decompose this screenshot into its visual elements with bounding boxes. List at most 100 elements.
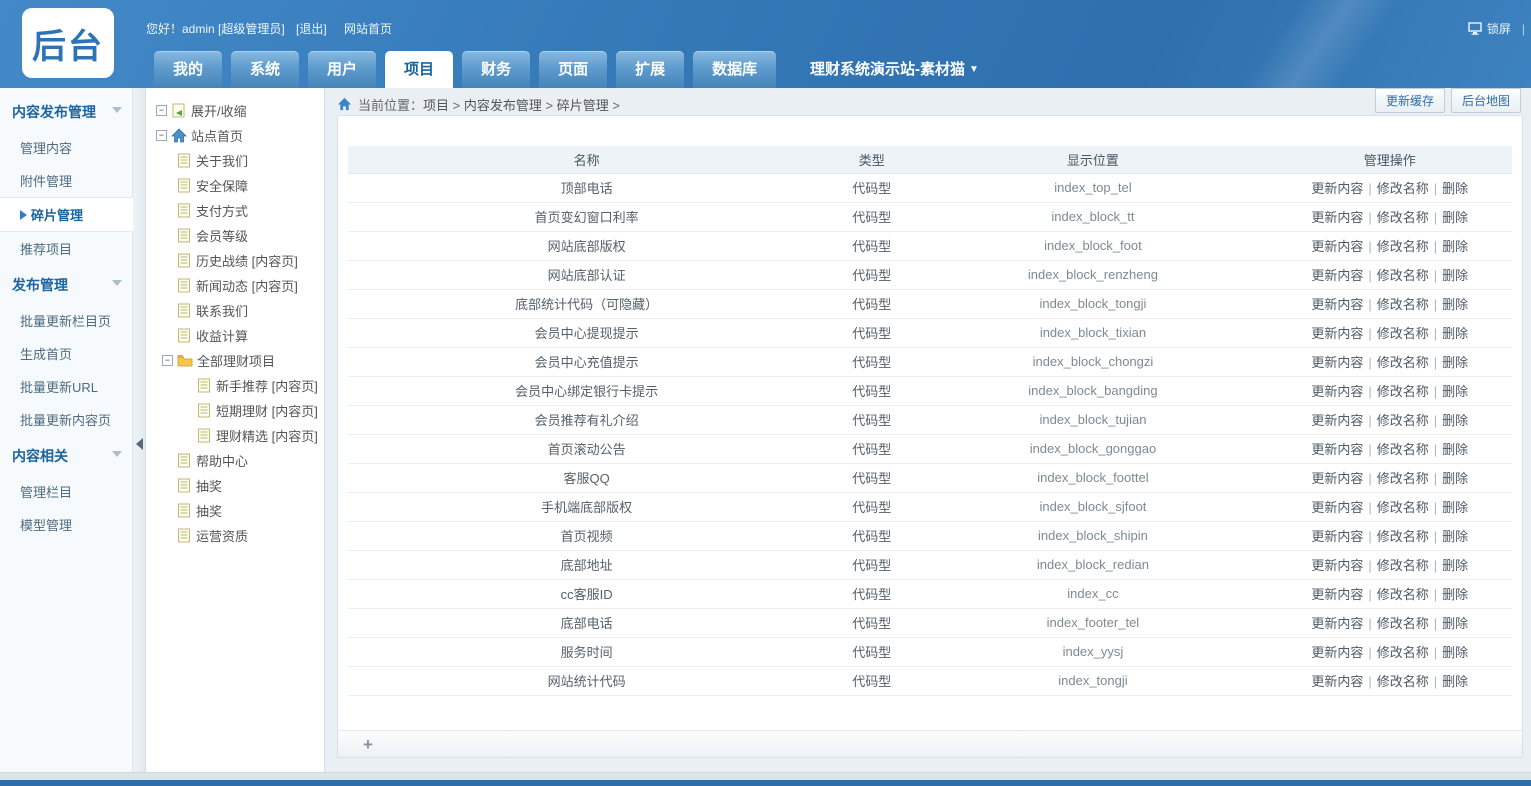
action-rename-link[interactable]: 修改名称 [1377, 674, 1429, 689]
action-delete-link[interactable]: 删除 [1442, 587, 1468, 602]
action-delete-link[interactable]: 删除 [1442, 471, 1468, 486]
breadcrumb-link[interactable]: 碎片管理 [557, 98, 609, 113]
tree-expander-icon[interactable]: − [156, 130, 167, 141]
site-home-link[interactable]: 网站首页 [344, 22, 392, 36]
site-selector-dropdown[interactable]: 理财系统演示站-素材猫▼ [810, 58, 979, 79]
action-rename-link[interactable]: 修改名称 [1377, 558, 1429, 573]
sidebar-item[interactable]: 管理栏目 [0, 475, 132, 508]
action-update-content-link[interactable]: 更新内容 [1311, 442, 1363, 457]
site-map-button[interactable]: 后台地图 [1451, 88, 1521, 113]
action-rename-link[interactable]: 修改名称 [1377, 413, 1429, 428]
action-rename-link[interactable]: 修改名称 [1377, 181, 1429, 196]
action-delete-link[interactable]: 删除 [1442, 413, 1468, 428]
sidebar-item[interactable]: 批量更新栏目页 [0, 304, 132, 337]
tree-item[interactable]: 新闻动态 [内容页] [154, 273, 324, 298]
tree-item[interactable]: 联系我们 [154, 298, 324, 323]
action-delete-link[interactable]: 删除 [1442, 355, 1468, 370]
tree-item[interactable]: 会员等级 [154, 223, 324, 248]
breadcrumb-link[interactable]: 内容发布管理 [464, 98, 542, 113]
action-rename-link[interactable]: 修改名称 [1377, 529, 1429, 544]
action-delete-link[interactable]: 删除 [1442, 268, 1468, 283]
tree-item[interactable]: 帮助中心 [154, 448, 324, 473]
action-delete-link[interactable]: 删除 [1442, 297, 1468, 312]
action-update-content-link[interactable]: 更新内容 [1311, 297, 1363, 312]
action-update-content-link[interactable]: 更新内容 [1311, 210, 1363, 225]
action-delete-link[interactable]: 删除 [1442, 326, 1468, 341]
nav-tab[interactable]: 我的 [154, 51, 222, 88]
action-rename-link[interactable]: 修改名称 [1377, 616, 1429, 631]
action-update-content-link[interactable]: 更新内容 [1311, 239, 1363, 254]
tree-item[interactable]: −站点首页 [154, 123, 324, 148]
action-delete-link[interactable]: 删除 [1442, 645, 1468, 660]
action-rename-link[interactable]: 修改名称 [1377, 210, 1429, 225]
action-delete-link[interactable]: 删除 [1442, 239, 1468, 254]
tree-item[interactable]: 新手推荐 [内容页] [154, 373, 324, 398]
lock-screen-link[interactable]: 锁屏 [1487, 20, 1511, 37]
nav-tab[interactable]: 页面 [539, 51, 607, 88]
action-update-content-link[interactable]: 更新内容 [1311, 181, 1363, 196]
action-rename-link[interactable]: 修改名称 [1377, 239, 1429, 254]
breadcrumb-link[interactable]: 项目 [423, 98, 449, 113]
add-fragment-bar[interactable]: + [338, 730, 1522, 757]
sidebar-collapse-handle[interactable] [133, 88, 146, 772]
tree-item[interactable]: 支付方式 [154, 198, 324, 223]
tree-item[interactable]: 关于我们 [154, 148, 324, 173]
tree-item[interactable]: 抽奖 [154, 473, 324, 498]
action-delete-link[interactable]: 删除 [1442, 384, 1468, 399]
action-rename-link[interactable]: 修改名称 [1377, 268, 1429, 283]
tree-item[interactable]: 短期理财 [内容页] [154, 398, 324, 423]
action-rename-link[interactable]: 修改名称 [1377, 500, 1429, 515]
action-delete-link[interactable]: 删除 [1442, 674, 1468, 689]
action-rename-link[interactable]: 修改名称 [1377, 587, 1429, 602]
sidebar-section-title[interactable]: 发布管理 [0, 265, 132, 304]
tree-expander-icon[interactable]: − [162, 355, 173, 366]
sidebar-item[interactable]: 附件管理 [0, 164, 132, 197]
action-update-content-link[interactable]: 更新内容 [1311, 645, 1363, 660]
action-rename-link[interactable]: 修改名称 [1377, 297, 1429, 312]
sidebar-item[interactable]: 批量更新URL [0, 370, 132, 403]
action-delete-link[interactable]: 删除 [1442, 500, 1468, 515]
action-rename-link[interactable]: 修改名称 [1377, 471, 1429, 486]
action-rename-link[interactable]: 修改名称 [1377, 442, 1429, 457]
sidebar-item[interactable]: 生成首页 [0, 337, 132, 370]
sidebar-item[interactable]: 管理内容 [0, 131, 132, 164]
action-update-content-link[interactable]: 更新内容 [1311, 471, 1363, 486]
sidebar-section-title[interactable]: 内容相关 [0, 436, 132, 475]
action-rename-link[interactable]: 修改名称 [1377, 355, 1429, 370]
tree-item[interactable]: 运营资质 [154, 523, 324, 548]
tree-item[interactable]: 历史战绩 [内容页] [154, 248, 324, 273]
action-update-content-link[interactable]: 更新内容 [1311, 500, 1363, 515]
tree-item[interactable]: 安全保障 [154, 173, 324, 198]
tree-expander-icon[interactable]: − [156, 105, 167, 116]
action-rename-link[interactable]: 修改名称 [1377, 326, 1429, 341]
action-update-content-link[interactable]: 更新内容 [1311, 326, 1363, 341]
nav-tab[interactable]: 系统 [231, 51, 299, 88]
sidebar-item[interactable]: 模型管理 [0, 508, 132, 541]
action-rename-link[interactable]: 修改名称 [1377, 384, 1429, 399]
action-rename-link[interactable]: 修改名称 [1377, 645, 1429, 660]
tree-item[interactable]: 收益计算 [154, 323, 324, 348]
sidebar-item[interactable]: 碎片管理 [0, 197, 134, 232]
action-update-content-link[interactable]: 更新内容 [1311, 674, 1363, 689]
action-delete-link[interactable]: 删除 [1442, 210, 1468, 225]
action-delete-link[interactable]: 删除 [1442, 442, 1468, 457]
logout-link[interactable]: [退出] [296, 22, 327, 36]
nav-tab[interactable]: 数据库 [693, 51, 776, 88]
action-update-content-link[interactable]: 更新内容 [1311, 558, 1363, 573]
action-delete-link[interactable]: 删除 [1442, 616, 1468, 631]
action-update-content-link[interactable]: 更新内容 [1311, 616, 1363, 631]
tree-item[interactable]: 抽奖 [154, 498, 324, 523]
nav-tab[interactable]: 用户 [308, 51, 376, 88]
action-update-content-link[interactable]: 更新内容 [1311, 384, 1363, 399]
nav-tab[interactable]: 财务 [462, 51, 530, 88]
sidebar-item[interactable]: 批量更新内容页 [0, 403, 132, 436]
action-update-content-link[interactable]: 更新内容 [1311, 268, 1363, 283]
action-update-content-link[interactable]: 更新内容 [1311, 529, 1363, 544]
action-update-content-link[interactable]: 更新内容 [1311, 413, 1363, 428]
tree-item[interactable]: −全部理财项目 [154, 348, 324, 373]
update-cache-button[interactable]: 更新缓存 [1375, 88, 1445, 113]
action-delete-link[interactable]: 删除 [1442, 529, 1468, 544]
nav-tab[interactable]: 项目 [385, 51, 453, 88]
sidebar-section-title[interactable]: 内容发布管理 [0, 92, 132, 131]
action-delete-link[interactable]: 删除 [1442, 558, 1468, 573]
